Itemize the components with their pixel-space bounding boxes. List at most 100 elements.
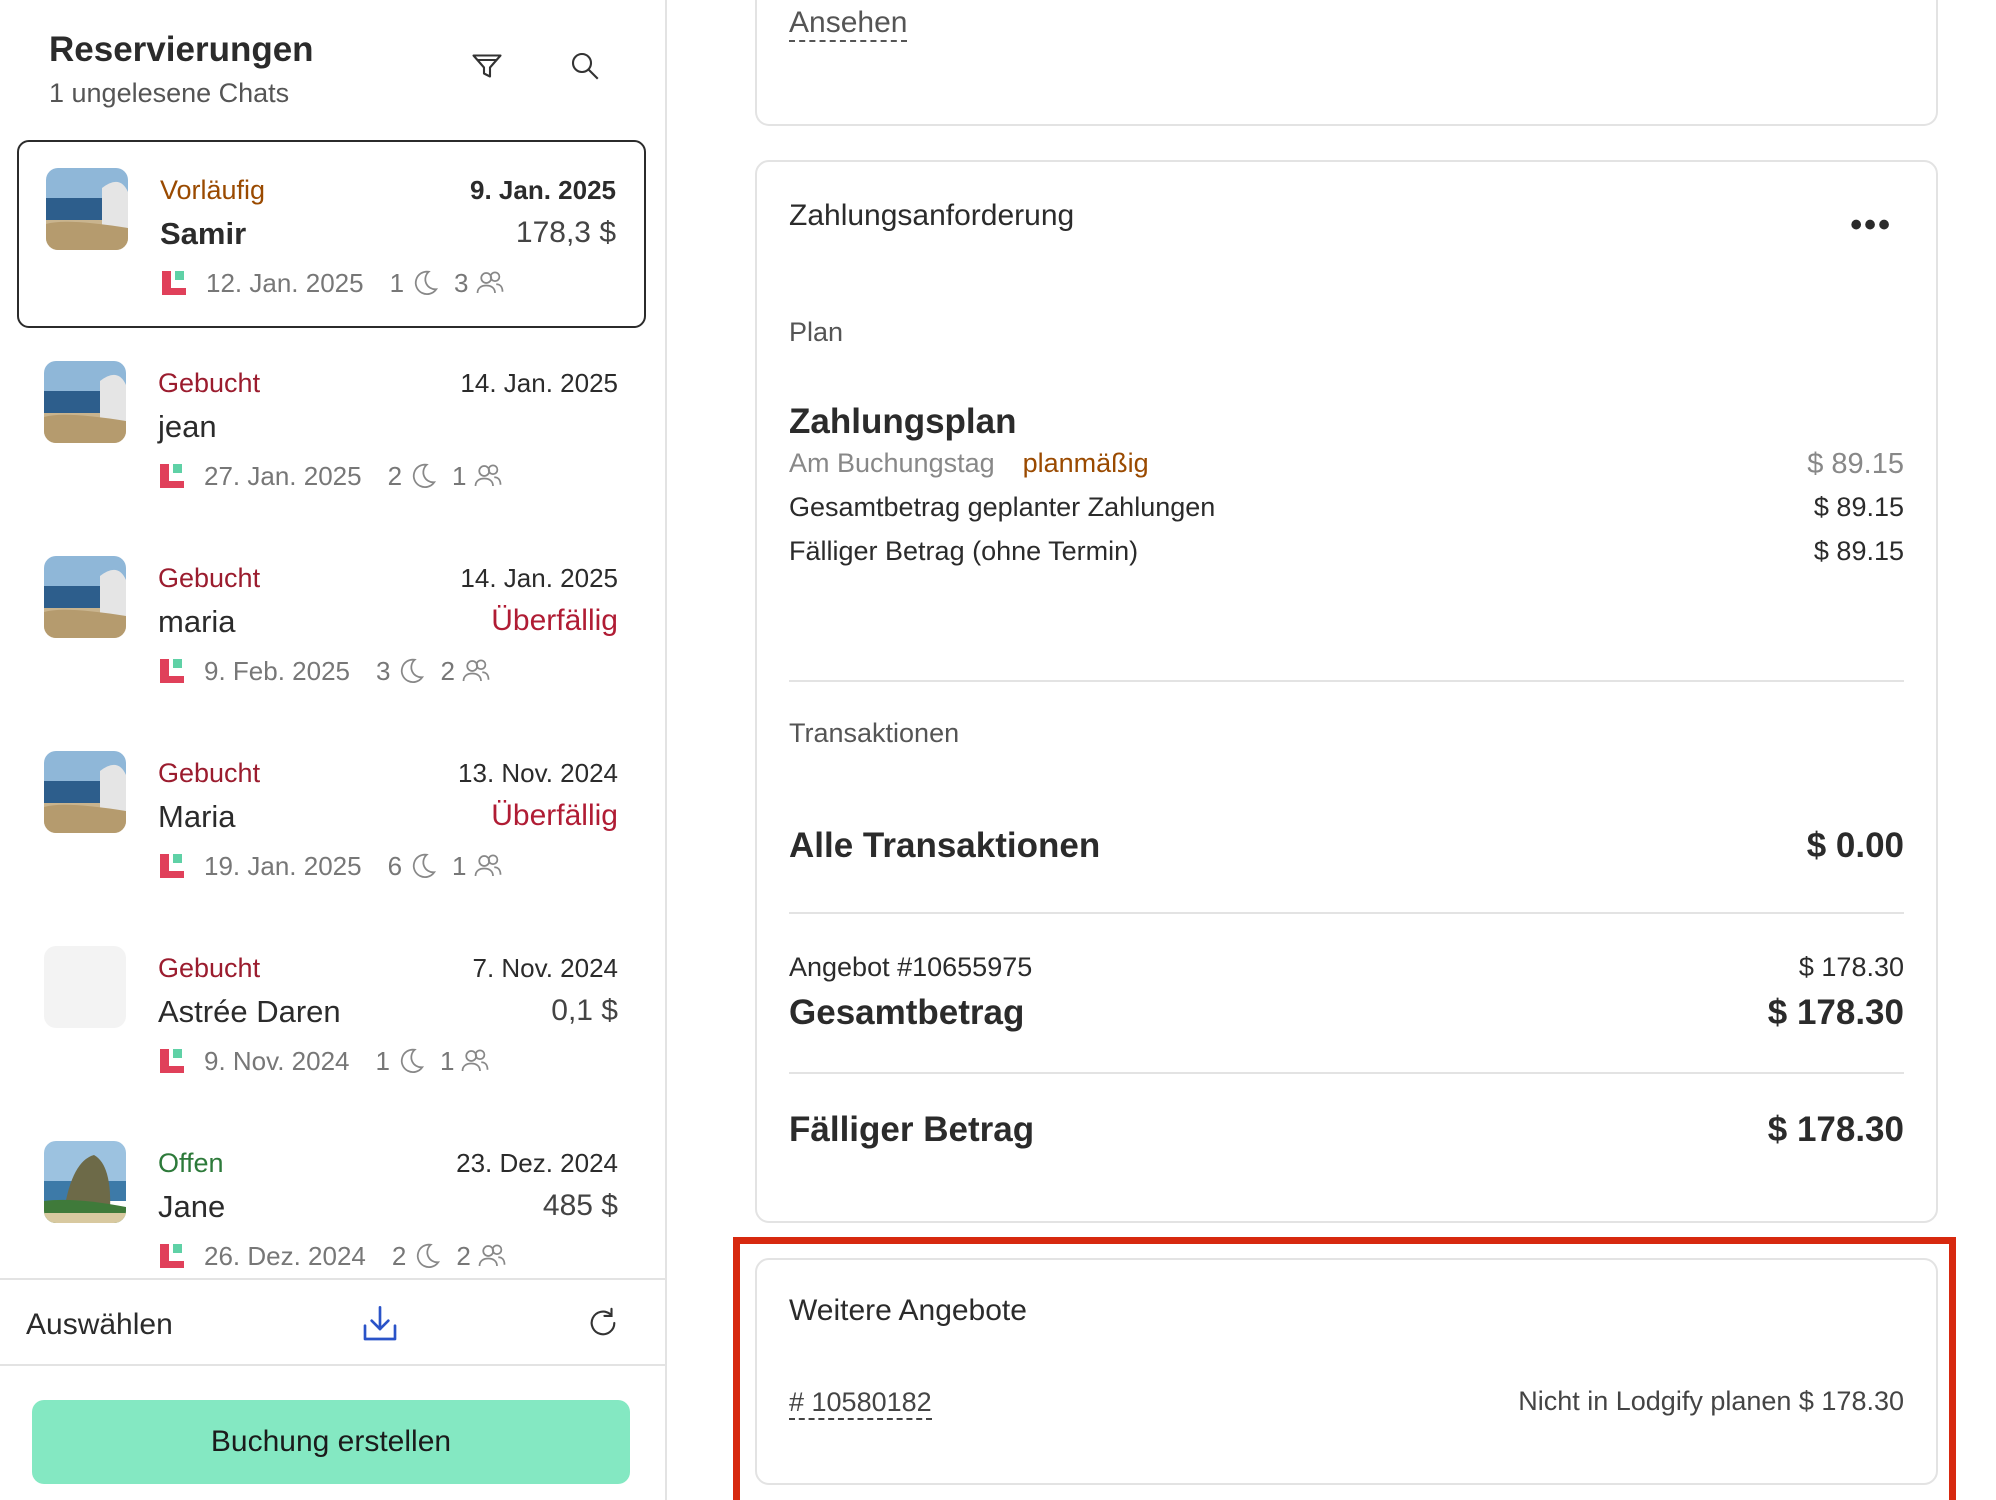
- reservation-status: Vorläufig: [160, 175, 266, 205]
- filter-icon[interactable]: [469, 48, 505, 84]
- all-transactions-row: Alle Transaktionen $ 0.00: [789, 826, 1904, 872]
- scheduled-status: planmäßig: [1022, 448, 1149, 478]
- reservation-status: Gebucht: [158, 368, 261, 398]
- reservations-panel: Reservierungen 1 ungelesene Chats Vorläu…: [0, 0, 667, 1500]
- reservation-meta: 26. Dez. 2024 2 2: [158, 1239, 521, 1273]
- booking-day-label: Am Buchungstag: [789, 448, 995, 478]
- property-thumbnail: [46, 168, 128, 250]
- due-amount: $ 178.30: [1767, 1110, 1904, 1149]
- checkin-date: 12. Jan. 2025: [206, 267, 364, 298]
- checkin-date: 27. Jan. 2025: [204, 460, 362, 491]
- lodgify-icon: [158, 657, 186, 685]
- overdue-badge: Überfällig: [491, 604, 618, 637]
- reservation-status: Gebucht: [158, 563, 261, 593]
- all-transactions-amount: $ 0.00: [1806, 826, 1904, 865]
- nights-count: 2: [391, 1240, 407, 1271]
- reservation-item-maria-2[interactable]: Gebucht 13. Nov. 2024 Maria Überfällig 1…: [17, 725, 646, 913]
- guests-count: 1: [452, 460, 467, 491]
- refresh-icon[interactable]: [586, 1306, 620, 1340]
- guests-icon: [473, 851, 503, 881]
- checkin-date: 9. Nov. 2024: [204, 1045, 350, 1076]
- reservation-meta: 9. Feb. 2025 3 2: [158, 654, 505, 688]
- property-thumbnail: [44, 1141, 126, 1223]
- due-unscheduled-amount: $ 89.15: [1813, 536, 1904, 566]
- reservation-date: 9. Jan. 2025: [470, 175, 616, 205]
- guests-count: 1: [439, 1045, 455, 1076]
- total-row: Gesamtbetrag $ 178.30: [789, 993, 1904, 1039]
- reservation-item-samir[interactable]: Vorläufig 9. Jan. 2025 Samir 178,3 $ 12.…: [17, 140, 646, 328]
- view-link[interactable]: Ansehen: [789, 6, 908, 42]
- moon-icon: [396, 1046, 426, 1076]
- guests-icon: [473, 461, 503, 491]
- divider: [789, 1072, 1904, 1074]
- select-button[interactable]: Auswählen: [26, 1308, 173, 1342]
- plan-label: Plan: [789, 317, 844, 347]
- reservation-date: 13. Nov. 2024: [458, 758, 618, 788]
- checkin-date: 26. Dez. 2024: [204, 1240, 366, 1271]
- guests-count: 2: [440, 655, 455, 686]
- reservation-status: Gebucht: [158, 758, 261, 788]
- moon-icon: [410, 268, 440, 298]
- guest-name: maria: [158, 604, 236, 639]
- moon-icon: [408, 851, 438, 881]
- lodgify-icon: [158, 852, 186, 880]
- guests-count: 1: [452, 850, 467, 881]
- lodgify-icon: [158, 462, 186, 490]
- offer-amount: $ 178.30: [1798, 952, 1904, 982]
- download-icon[interactable]: [360, 1302, 400, 1346]
- guests-icon: [477, 1241, 507, 1271]
- guests-count: 2: [456, 1240, 471, 1271]
- list-footer: Auswählen: [0, 1278, 665, 1366]
- total-scheduled-label: Gesamtbetrag geplanter Zahlungen: [789, 492, 1216, 522]
- more-offers-card: Weitere Angebote # 10580182 Nicht in Lod…: [755, 1258, 1938, 1485]
- reservation-date: 23. Dez. 2024: [456, 1148, 618, 1178]
- checkin-date: 9. Feb. 2025: [204, 655, 350, 686]
- nights-count: 1: [389, 267, 405, 298]
- panel-title: Reservierungen: [49, 30, 314, 69]
- reservation-date: 14. Jan. 2025: [460, 368, 618, 398]
- booking-day-row: Am Buchungstag planmäßig $ 89.15: [789, 448, 1904, 484]
- payment-plan-heading: Zahlungsplan: [789, 402, 1017, 441]
- reservation-date: 14. Jan. 2025: [460, 563, 618, 593]
- booking-day-amount: $ 89.15: [1807, 448, 1904, 480]
- search-icon[interactable]: [567, 48, 603, 84]
- guests-icon: [475, 268, 505, 298]
- lodgify-icon: [158, 1242, 186, 1270]
- reservation-status: Offen: [158, 1148, 224, 1178]
- transactions-label: Transaktionen: [789, 718, 960, 748]
- reservation-amount: 485 $: [542, 1189, 618, 1222]
- guests-icon: [460, 1046, 490, 1076]
- property-thumbnail-placeholder: [44, 946, 126, 1028]
- reservation-list: Vorläufig 9. Jan. 2025 Samir 178,3 $ 12.…: [0, 140, 665, 1277]
- create-booking-button[interactable]: Buchung erstellen: [32, 1400, 630, 1484]
- more-dots-icon[interactable]: •••: [1850, 208, 1892, 242]
- reservation-meta: 9. Nov. 2024 1 1: [158, 1044, 504, 1078]
- offer-id-link[interactable]: # 10580182: [789, 1386, 932, 1420]
- property-thumbnail: [44, 556, 126, 638]
- guest-name: Astrée Daren: [158, 994, 341, 1029]
- offer-status: Nicht in Lodgify planen $ 178.30: [1518, 1386, 1904, 1416]
- reservation-item-jean[interactable]: Gebucht 14. Jan. 2025 jean 27. Jan. 2025…: [17, 335, 646, 523]
- reservation-item-astree-daren[interactable]: Gebucht 7. Nov. 2024 Astrée Daren 0,1 $ …: [17, 920, 646, 1108]
- reservation-amount: 0,1 $: [551, 994, 618, 1027]
- more-offers-title: Weitere Angebote: [789, 1294, 1027, 1327]
- total-amount: $ 178.30: [1767, 993, 1904, 1032]
- guest-name: Jane: [158, 1189, 226, 1224]
- checkin-date: 19. Jan. 2025: [204, 850, 362, 881]
- total-label: Gesamtbetrag: [789, 993, 1025, 1032]
- reservation-meta: 27. Jan. 2025 2 1: [158, 459, 517, 493]
- overdue-badge: Überfällig: [491, 799, 618, 832]
- moon-icon: [412, 1241, 442, 1271]
- divider: [789, 680, 1904, 682]
- guests-icon: [461, 656, 491, 686]
- guest-name: Maria: [158, 799, 236, 834]
- nights-count: 3: [376, 655, 391, 686]
- reservation-item-jane[interactable]: Offen 23. Dez. 2024 Jane 485 $ 26. Dez. …: [17, 1115, 646, 1277]
- reservation-item-maria[interactable]: Gebucht 14. Jan. 2025 maria Überfällig 9…: [17, 530, 646, 718]
- lodgify-icon: [160, 269, 188, 297]
- unread-chats-count: 1 ungelesene Chats: [49, 78, 290, 108]
- moon-icon: [408, 461, 438, 491]
- previous-card: Ansehen: [755, 0, 1938, 126]
- payment-request-card: Zahlungsanforderung ••• Plan Zahlungspla…: [755, 160, 1938, 1223]
- due-unscheduled-row: Fälliger Betrag (ohne Termin) $ 89.15: [789, 536, 1904, 572]
